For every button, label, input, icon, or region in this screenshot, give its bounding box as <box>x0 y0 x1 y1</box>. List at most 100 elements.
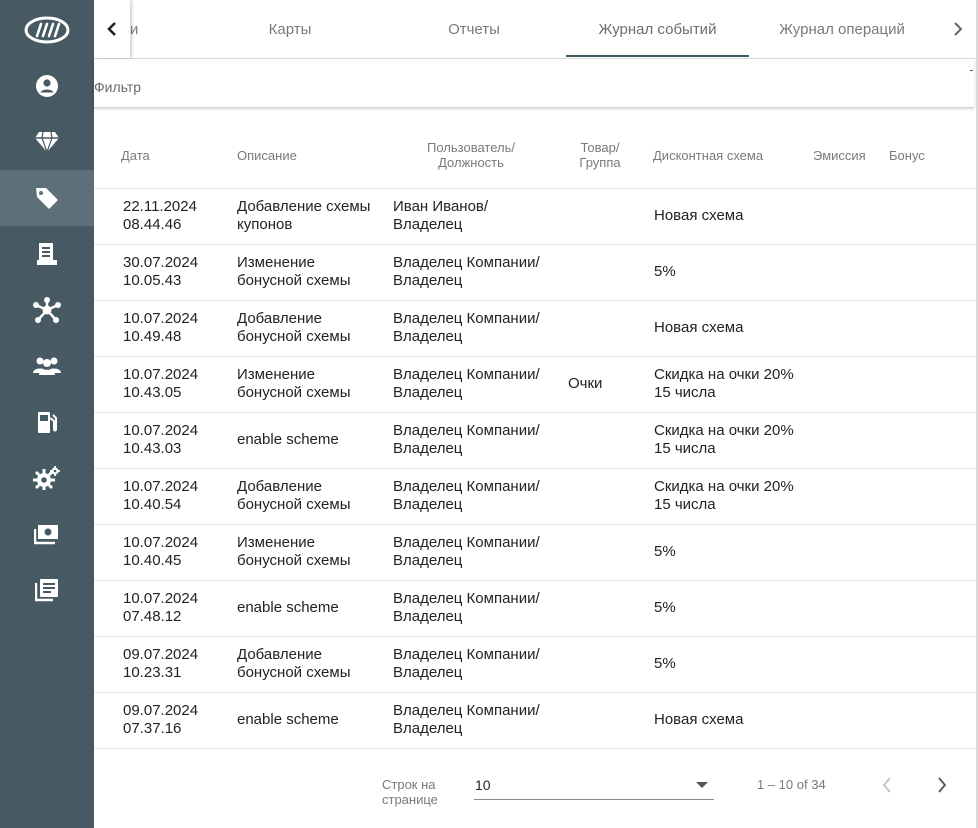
cell-time: 10.05.43 <box>123 272 182 289</box>
tab-partial[interactable]: и <box>130 0 150 58</box>
page-range-label: 1 – 10 of 34 <box>757 777 826 792</box>
tabs-scroll-left-button[interactable] <box>94 0 130 58</box>
cell-time: 10.23.31 <box>123 664 182 681</box>
cell-scheme: Новая схема <box>654 207 744 224</box>
settings-icon[interactable] <box>0 450 94 506</box>
cell-scheme: 5% <box>654 599 676 616</box>
rows-per-page-label: Строк на странице <box>382 777 438 807</box>
tag-icon[interactable] <box>0 170 94 226</box>
logo-icon[interactable] <box>0 2 94 58</box>
cell-user: Владелец Компании/ <box>393 590 540 607</box>
column-header-description[interactable]: Описание <box>237 148 297 163</box>
tab-cards[interactable]: Карты <box>200 0 380 58</box>
cell-scheme: Скидка на очки 20% <box>654 478 794 495</box>
cell-date: 10.07.2024 <box>123 366 199 383</box>
cell-scheme: 5% <box>654 655 676 672</box>
cell-description: Изменение <box>237 534 315 551</box>
cell-user: Владелец Компании/ <box>393 478 540 495</box>
cell-user: Владелец Компании/ <box>393 310 540 327</box>
column-header-product-line2: Группа <box>579 155 621 170</box>
chevron-right-icon <box>954 22 963 36</box>
cell-time: 10.43.05 <box>123 384 182 401</box>
list-icon[interactable] <box>0 562 94 618</box>
main-content: и Карты Отчеты Журнал событий Журнал опе… <box>94 0 978 828</box>
tab-operation-log[interactable]: Журнал операций <box>752 0 932 58</box>
cell-position: Владелец <box>393 720 463 737</box>
money-icon[interactable] <box>0 506 94 562</box>
sidebar <box>0 0 94 828</box>
table-row[interactable]: 10.07.2024 10.40.45 Изменение бонусной схе… <box>94 525 976 581</box>
filter-label: Фильтр <box>94 79 142 95</box>
cell-scheme: Скидка на очки 20% <box>654 422 794 439</box>
table-row[interactable]: 30.07.2024 10.05.43 Изменение бонусной схе… <box>94 245 976 301</box>
rows-per-page-select[interactable]: 10 <box>474 773 714 800</box>
rows-per-page-value: 10 <box>475 777 491 793</box>
filter-panel[interactable]: Фильтр <box>94 59 974 108</box>
cell-position: Владелец <box>393 552 463 569</box>
cell-time: 07.37.16 <box>123 720 182 737</box>
column-header-emission[interactable]: Эмиссия <box>813 148 866 163</box>
cell-scheme: 5% <box>654 263 676 280</box>
active-tab-indicator <box>566 55 749 57</box>
cell-scheme-line2: 15 числа <box>654 384 716 401</box>
table-header: Дата Описание Пользователь/ Должность То… <box>94 124 976 189</box>
column-header-discount-scheme[interactable]: Дисконтная схема <box>653 148 763 163</box>
cell-description-line2: бонусной схемы <box>237 552 351 569</box>
people-icon[interactable] <box>0 338 94 394</box>
cell-position: Владелец <box>393 664 463 681</box>
table-row[interactable]: 10.07.2024 10.43.03 enable scheme Владеле… <box>94 413 976 469</box>
previous-page-button[interactable] <box>872 770 902 800</box>
cell-position: Владелец <box>393 216 463 233</box>
account-icon[interactable] <box>0 58 94 114</box>
cell-description-line2: купонов <box>237 216 293 233</box>
cell-product: Очки <box>568 375 603 392</box>
network-icon[interactable] <box>0 282 94 338</box>
cell-time: 10.40.54 <box>123 496 182 513</box>
dropdown-arrow-icon <box>696 782 708 788</box>
column-header-user[interactable]: Пользователь/ Должность <box>416 140 526 170</box>
cell-date: 22.11.2024 <box>123 198 197 215</box>
rows-per-page-label-line1: Строк на <box>382 777 436 792</box>
table-row[interactable]: 09.07.2024 10.23.31 Добавление бонусной сх… <box>94 637 976 693</box>
table-row[interactable]: 10.07.2024 10.40.54 Добавление бонусной сх… <box>94 469 976 525</box>
table-row[interactable]: 22.11.2024 08.44.46 Добавление схемы купон… <box>94 189 976 245</box>
cell-time: 07.48.12 <box>123 608 182 625</box>
table-row[interactable]: 10.07.2024 10.49.48 Добавление бонусной сх… <box>94 301 976 357</box>
cell-scheme-line2: 15 числа <box>654 496 716 513</box>
cell-user: Владелец Компании/ <box>393 534 540 551</box>
column-header-date[interactable]: Дата <box>121 148 150 163</box>
table-row[interactable]: 10.07.2024 10.43.05 Изменение бонусной схе… <box>94 357 976 413</box>
cell-description-line2: бонусной схемы <box>237 328 351 345</box>
tab-bar: и Карты Отчеты Журнал событий Журнал опе… <box>94 0 976 59</box>
tabs-scroll-right-button[interactable] <box>940 0 976 58</box>
cell-position: Владелец <box>393 272 463 289</box>
cell-user: Владелец Компании/ <box>393 702 540 719</box>
tab-reports[interactable]: Отчеты <box>384 0 564 58</box>
cell-date: 10.07.2024 <box>123 478 199 495</box>
chevron-left-icon <box>107 22 116 36</box>
cell-description: Добавление <box>237 310 322 327</box>
next-page-button[interactable] <box>927 770 957 800</box>
cell-date: 10.07.2024 <box>123 422 199 439</box>
gas-station-icon[interactable] <box>0 394 94 450</box>
receipt-icon[interactable] <box>0 226 94 282</box>
cell-description: enable scheme <box>237 711 339 728</box>
table-row[interactable]: 10.07.2024 07.48.12 enable scheme Владеле… <box>94 581 976 637</box>
cell-description: enable scheme <box>237 599 339 616</box>
cell-user: Владелец Компании/ <box>393 646 540 663</box>
cell-scheme: Новая схема <box>654 319 744 336</box>
column-header-bonus[interactable]: Бонус <box>889 148 925 163</box>
cell-time: 08.44.46 <box>123 216 182 233</box>
column-header-product[interactable]: Товар/ Группа <box>572 140 628 170</box>
cell-time: 10.40.45 <box>123 552 182 569</box>
cell-description: enable scheme <box>237 431 339 448</box>
cell-date: 09.07.2024 <box>123 702 199 719</box>
table-row[interactable]: 09.07.2024 07.37.16 enable scheme Владеле… <box>94 693 976 749</box>
chevron-left-icon <box>882 777 891 793</box>
cell-position: Владелец <box>393 328 463 345</box>
cell-description-line2: бонусной схемы <box>237 496 351 513</box>
filter-edge-mark <box>970 70 973 71</box>
cell-description: Добавление схемы <box>237 198 371 215</box>
diamond-icon[interactable] <box>0 114 94 170</box>
tab-event-log[interactable]: Журнал событий <box>566 0 749 58</box>
